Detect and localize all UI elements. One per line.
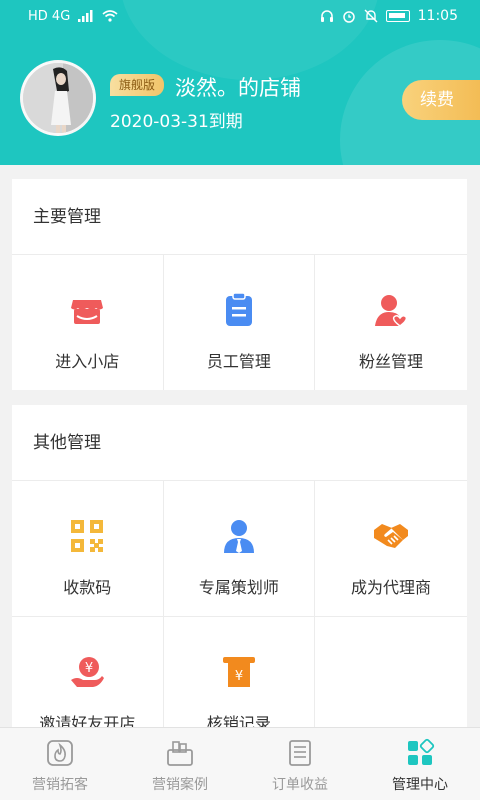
invite-money-icon: ¥ xyxy=(69,654,105,690)
edition-badge: 旗舰版 xyxy=(110,74,165,96)
planner-icon xyxy=(221,518,257,554)
flame-icon xyxy=(44,738,76,768)
avatar[interactable] xyxy=(20,60,96,136)
battery-icon xyxy=(385,10,410,22)
enter-shop-item[interactable]: 进入小店 xyxy=(12,255,164,390)
cases-icon xyxy=(164,738,196,768)
header: HD 4G 11:05 旗舰版 淡然。的店铺 2020-03-31到期 续费 xyxy=(0,0,480,165)
wifi-icon xyxy=(102,10,118,22)
shop-name: 淡然。的店铺 xyxy=(175,76,301,100)
svg-text:¥: ¥ xyxy=(85,661,93,676)
other-management-card: 其他管理 收款码 专属策划师 成为代理商 ¥ 邀请好友开店 ¥ 核销记录 xyxy=(12,405,467,727)
item-label: 员工管理 xyxy=(206,352,271,371)
verification-records-item[interactable]: ¥ 核销记录 xyxy=(164,617,316,727)
shop-icon xyxy=(69,292,105,328)
item-label: 成为代理商 xyxy=(350,578,431,597)
svg-text:¥: ¥ xyxy=(235,669,243,684)
mute-icon xyxy=(364,9,378,23)
tab-label: 管理中心 xyxy=(392,777,448,793)
management-icon xyxy=(404,738,436,768)
item-label: 进入小店 xyxy=(55,352,120,371)
receipt-icon: ¥ xyxy=(221,654,257,690)
tab-label: 订单收益 xyxy=(272,777,328,793)
section-title: 主要管理 xyxy=(12,179,467,255)
staff-management-item[interactable]: 员工管理 xyxy=(164,255,316,390)
item-label: 专属策划师 xyxy=(198,578,279,597)
item-label: 收款码 xyxy=(63,578,112,597)
tab-marketing[interactable]: 营销拓客 xyxy=(0,728,120,800)
clock: 11:05 xyxy=(417,8,458,24)
alarm-icon xyxy=(342,11,355,23)
clipboard-icon xyxy=(221,292,257,328)
planner-item[interactable]: 专属策划师 xyxy=(163,481,316,617)
fans-icon xyxy=(373,292,409,328)
item-label: 粉丝管理 xyxy=(358,352,423,371)
orders-icon xyxy=(284,738,316,768)
tab-management-center[interactable]: 管理中心 xyxy=(360,728,480,800)
fans-management-item[interactable]: 粉丝管理 xyxy=(315,255,467,390)
item-label: 邀请好友开店 xyxy=(39,714,136,727)
expire-date: 2020-03-31到期 xyxy=(110,112,243,132)
tab-orders[interactable]: 订单收益 xyxy=(240,728,360,800)
section-title: 其他管理 xyxy=(12,405,467,481)
status-bar: HD 4G 11:05 xyxy=(0,0,480,32)
tab-label: 营销案例 xyxy=(152,777,208,793)
empty-cell xyxy=(315,617,467,727)
qr-code-icon xyxy=(69,518,105,554)
bottom-tab-bar: 营销拓客 营销案例 订单收益 管理中心 xyxy=(0,727,480,800)
signal-icon xyxy=(78,10,93,22)
payment-code-item[interactable]: 收款码 xyxy=(12,481,164,617)
tab-cases[interactable]: 营销案例 xyxy=(120,728,240,800)
main-management-card: 主要管理 进入小店 员工管理 粉丝管理 xyxy=(12,179,467,390)
item-label: 核销记录 xyxy=(206,714,271,727)
invite-friends-item[interactable]: ¥ 邀请好友开店 xyxy=(12,617,164,727)
renew-button[interactable]: 续费 xyxy=(402,80,480,120)
headset-icon xyxy=(320,10,333,22)
tab-label: 营销拓客 xyxy=(32,777,88,793)
network-label: HD 4G xyxy=(28,8,71,24)
handshake-icon xyxy=(373,518,409,554)
become-agent-item[interactable]: 成为代理商 xyxy=(315,481,467,617)
